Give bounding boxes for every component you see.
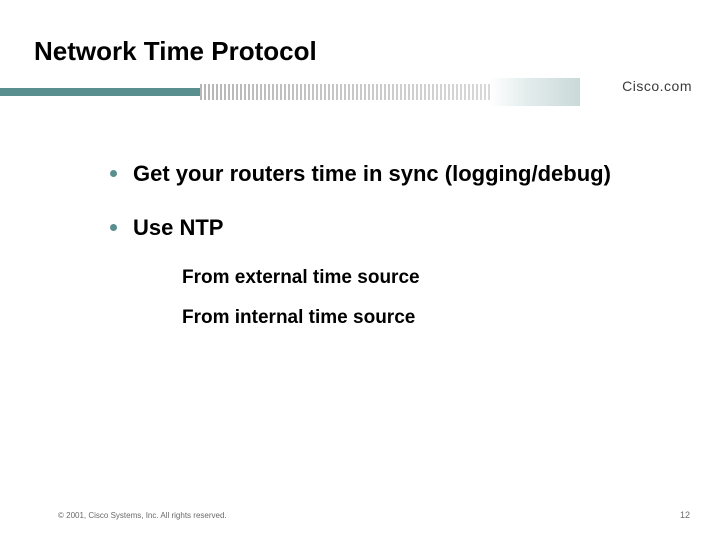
slide-title: Network Time Protocol [34, 36, 317, 67]
bullet-item: Use NTP [110, 214, 630, 242]
bullet-icon [110, 170, 117, 177]
bullet-icon [110, 224, 117, 231]
divider-ticks [200, 84, 490, 100]
bullet-item: Get your routers time in sync (logging/d… [110, 160, 630, 188]
divider-gradient [490, 78, 580, 106]
slide: Network Time Protocol Cisco.com Get your… [0, 0, 720, 540]
content-area: Get your routers time in sync (logging/d… [110, 160, 630, 347]
bullet-text: Get your routers time in sync (logging/d… [133, 160, 611, 188]
bullet-text: Use NTP [133, 214, 223, 242]
brand-text: Cisco.com [622, 78, 692, 94]
sub-bullet-item: From internal time source [182, 307, 630, 329]
footer-page-number: 12 [680, 510, 690, 520]
sub-bullet-item: From external time source [182, 267, 630, 289]
divider-rule [0, 78, 720, 106]
sub-bullet-list: From external time source From internal … [182, 267, 630, 329]
footer-copyright: © 2001, Cisco Systems, Inc. All rights r… [58, 511, 227, 520]
divider-bar [0, 88, 200, 96]
